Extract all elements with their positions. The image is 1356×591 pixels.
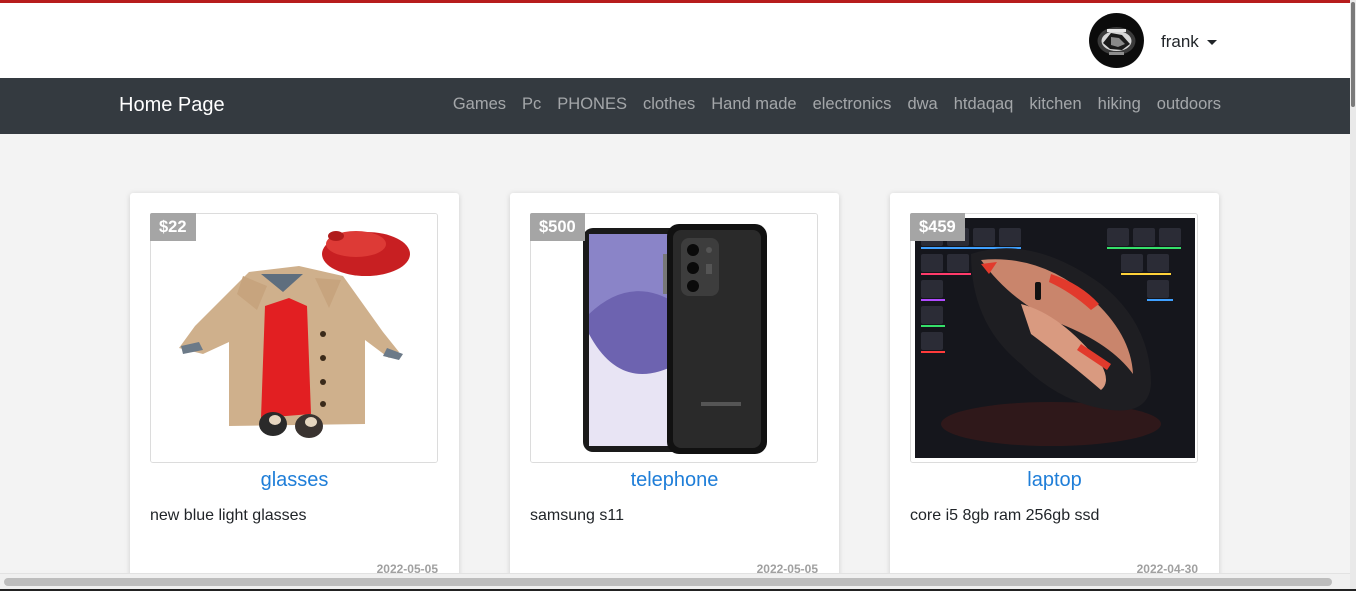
price-badge: $459 [910, 213, 965, 241]
product-image[interactable] [150, 213, 438, 463]
horizontal-scrollbar-thumb[interactable] [4, 578, 1332, 586]
user-dropdown-toggle[interactable]: frank [1161, 30, 1217, 54]
price-badge: $500 [530, 213, 585, 241]
samsung-phone-image [531, 214, 817, 462]
product-card[interactable]: $500 telephone samsung s11 2022-05-05 [510, 193, 839, 591]
nav-link-dwa[interactable]: dwa [907, 95, 937, 114]
product-title[interactable]: laptop [890, 469, 1219, 492]
nav-link-phones[interactable]: PHONES [557, 95, 627, 114]
price-badge: $22 [150, 213, 196, 241]
nav-link-hand-made[interactable]: Hand made [711, 95, 796, 114]
user-bar: frank [0, 3, 1350, 78]
navbar: Home Page Games Pc PHONES clothes Hand m… [0, 78, 1350, 134]
category-nav: Games Pc PHONES clothes Hand made electr… [453, 95, 1221, 114]
nav-link-electronics[interactable]: electronics [813, 95, 892, 114]
product-description: new blue light glasses [150, 507, 307, 524]
nav-link-kitchen[interactable]: kitchen [1029, 95, 1081, 114]
product-image[interactable] [910, 213, 1198, 463]
nav-link-htdaqaq[interactable]: htdaqaq [954, 95, 1014, 114]
username: frank [1161, 32, 1199, 51]
product-title[interactable]: telephone [510, 469, 839, 492]
product-title[interactable]: glasses [130, 469, 459, 492]
nav-link-outdoors[interactable]: outdoors [1157, 95, 1221, 114]
navbar-brand[interactable]: Home Page [119, 94, 225, 117]
nav-link-pc[interactable]: Pc [522, 95, 541, 114]
avatar-image [1089, 13, 1144, 68]
vertical-scrollbar-thumb[interactable] [1351, 2, 1355, 107]
nav-link-hiking[interactable]: hiking [1098, 95, 1141, 114]
product-description: samsung s11 [530, 507, 624, 524]
product-card[interactable]: $22 glasses new blue light glasses 2022-… [130, 193, 459, 591]
gaming-mouse-keyboard-image [911, 214, 1197, 462]
product-image[interactable] [530, 213, 818, 463]
avatar[interactable] [1089, 13, 1144, 68]
kids-coat-outfit-image [151, 214, 437, 462]
caret-down-icon [1206, 39, 1217, 45]
product-card[interactable]: $459 laptop core i5 8gb ram 256gb ssd 20… [890, 193, 1219, 591]
vertical-scrollbar[interactable] [1350, 0, 1356, 591]
product-description: core i5 8gb ram 256gb ssd [910, 507, 1100, 524]
nav-link-games[interactable]: Games [453, 95, 506, 114]
nav-link-clothes[interactable]: clothes [643, 95, 695, 114]
